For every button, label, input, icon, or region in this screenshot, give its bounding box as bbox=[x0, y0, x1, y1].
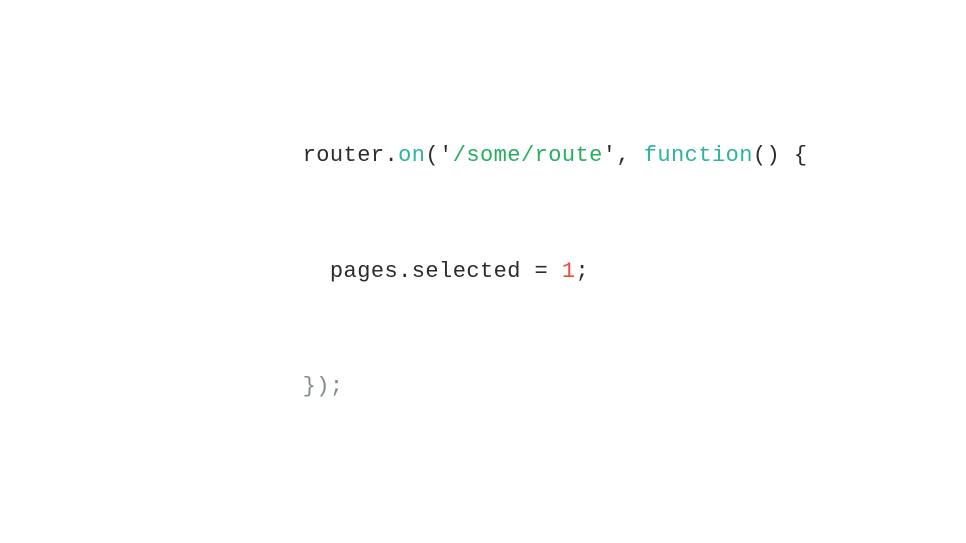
router-keyword: router bbox=[303, 143, 385, 168]
paren-open-1: (' bbox=[425, 143, 452, 168]
code-line-3: }); bbox=[248, 329, 807, 445]
code-block: router.on('/some/route', function() { pa… bbox=[248, 98, 807, 445]
comma-space: ', bbox=[603, 143, 644, 168]
selected-prop: selected bbox=[412, 258, 521, 283]
closing-brace: }); bbox=[303, 374, 344, 399]
equals-space: = bbox=[521, 258, 562, 283]
semicolon-1: ; bbox=[576, 258, 590, 283]
code-line-2: pages.selected = 1; bbox=[248, 214, 807, 330]
brace-open: () { bbox=[753, 143, 808, 168]
route-string: /some/route bbox=[453, 143, 603, 168]
function-keyword: function bbox=[644, 143, 753, 168]
code-line-1: router.on('/some/route', function() { bbox=[248, 98, 807, 214]
pages-indent: pages bbox=[303, 258, 399, 283]
value-1: 1 bbox=[562, 258, 576, 283]
on-method: on bbox=[398, 143, 425, 168]
dot-1: . bbox=[384, 143, 398, 168]
dot-2: . bbox=[398, 258, 412, 283]
